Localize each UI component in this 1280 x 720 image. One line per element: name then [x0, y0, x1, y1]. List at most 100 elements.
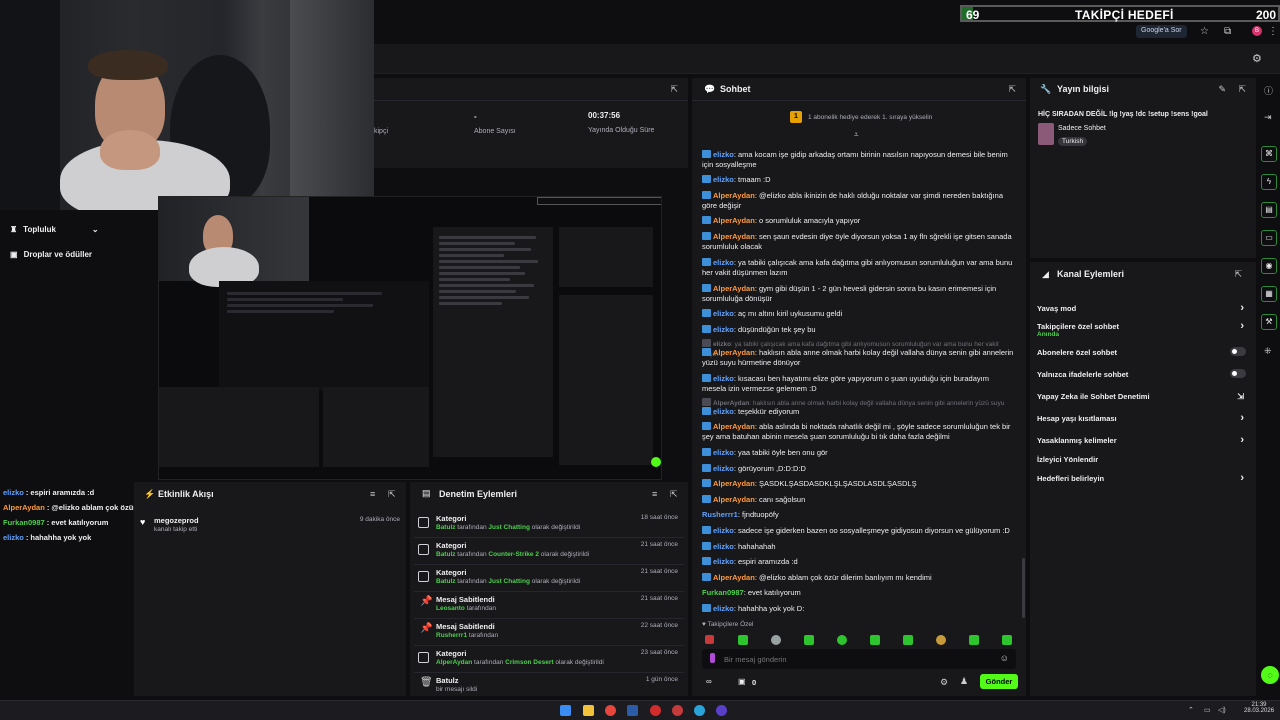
menu-dots-icon[interactable]: ⋮: [1268, 26, 1278, 37]
popout-icon[interactable]: ⇱: [1234, 269, 1242, 280]
profile-avatar[interactable]: B: [1252, 26, 1262, 36]
action-subs-only[interactable]: Abonelere özel sohbet: [1037, 347, 1248, 357]
app-icon[interactable]: [672, 705, 683, 716]
user-menu-icon[interactable]: ⚙: [1252, 52, 1262, 65]
gift-box-icon[interactable]: ▣: [738, 677, 746, 686]
popout-icon[interactable]: ⇱: [388, 489, 396, 500]
chat-username[interactable]: elizko: [713, 542, 734, 551]
action-raid[interactable]: İzleyici Yönlendir: [1037, 455, 1248, 464]
edit-pencil-icon[interactable]: ✎: [1218, 84, 1226, 95]
popout-icon[interactable]: ⇱: [670, 84, 678, 95]
opera-icon[interactable]: [650, 705, 661, 716]
chat-username[interactable]: elizko: [713, 325, 734, 334]
people-icon[interactable]: ♟: [960, 676, 968, 687]
sidebar-item-drops[interactable]: ▣ Droplar ve ödüller: [10, 250, 92, 259]
info-icon[interactable]: ⓘ: [1264, 84, 1273, 97]
emote-icon[interactable]: [936, 635, 946, 645]
sidebar-item-community[interactable]: ♜ Topluluk ⌄: [10, 225, 99, 234]
start-icon[interactable]: [560, 705, 571, 716]
chat-text: : hahahha yok yok D:: [733, 604, 805, 613]
chat-username[interactable]: AlperAydan: [713, 191, 755, 200]
overlay-chat-user: elizko: [3, 533, 24, 542]
chat-username[interactable]: elizko: [713, 407, 734, 416]
overlay-chat-text: : evet katılıyorum: [46, 518, 109, 527]
filter-icon[interactable]: ≡: [652, 489, 657, 499]
emote-icon[interactable]: [837, 635, 847, 645]
star-icon[interactable]: ☆: [1200, 26, 1209, 37]
chat-username[interactable]: elizko: [713, 175, 734, 184]
rail-info-button[interactable]: ▦: [1261, 286, 1277, 302]
chat-username[interactable]: elizko: [713, 448, 734, 457]
expand-icon[interactable]: ⩡: [854, 130, 859, 140]
action-account-age[interactable]: Hesap yaşı kısıtlaması ›: [1037, 412, 1248, 424]
chat-username[interactable]: elizko: [713, 258, 734, 267]
chat-text: : yaa tabiki öyle ben onu gör: [733, 448, 828, 457]
action-goals[interactable]: Hedefleri belirleyin ›: [1037, 472, 1248, 484]
chat-username[interactable]: AlperAydan: [713, 232, 755, 241]
obs-icon[interactable]: [716, 705, 727, 716]
chat-scrollbar[interactable]: [1022, 558, 1025, 618]
chat-username[interactable]: AlperAydan: [713, 284, 755, 293]
chat-username[interactable]: AlperAydan: [713, 573, 755, 582]
chat-username[interactable]: Furkan0987: [702, 588, 744, 597]
emote-icon[interactable]: [771, 635, 781, 645]
extensions-icon[interactable]: ⧉: [1224, 26, 1231, 37]
chat-username[interactable]: AlperAydan: [713, 495, 755, 504]
mod-actor: AlperAydan: [436, 659, 473, 666]
chat-username[interactable]: elizko: [713, 464, 734, 473]
emote-icon[interactable]: [738, 635, 748, 645]
action-banned-words[interactable]: Yasaklanmış kelimeler ›: [1037, 434, 1248, 446]
category-name[interactable]: Sadece Sohbet: [1058, 125, 1106, 132]
chat-username[interactable]: elizko: [713, 604, 734, 613]
help-button[interactable]: ◌: [1261, 666, 1279, 684]
subs-only-toggle[interactable]: [1230, 347, 1246, 356]
rail-stats-button[interactable]: ⌘: [1261, 146, 1277, 162]
popout-icon[interactable]: ⇱: [1008, 84, 1016, 95]
chat-username[interactable]: elizko: [713, 374, 734, 383]
action-slow-mode[interactable]: Yavaş mod ›: [1037, 302, 1248, 314]
settings-gear-icon[interactable]: ⚙: [940, 677, 948, 688]
emote-icon[interactable]: [903, 635, 913, 645]
clock[interactable]: 21:39 28.03.2026: [1244, 702, 1274, 714]
emote-icon[interactable]: [870, 635, 880, 645]
emote-icon[interactable]: [969, 635, 979, 645]
send-button[interactable]: Gönder: [980, 674, 1018, 689]
google-ask-chip[interactable]: Google'a Sor: [1136, 25, 1187, 38]
emote-icon[interactable]: [1002, 635, 1012, 645]
chat-username[interactable]: AlperAydan: [713, 479, 755, 488]
action-followers-only[interactable]: Takipçilere özel sohbet Anında ›: [1037, 320, 1248, 338]
chat-username[interactable]: AlperAydan: [713, 348, 755, 357]
chat-input[interactable]: [724, 652, 994, 666]
rail-mod-button[interactable]: ▤: [1261, 202, 1277, 218]
rail-activity-button[interactable]: ϟ: [1261, 174, 1277, 190]
popout-icon[interactable]: ⇱: [1238, 84, 1246, 95]
rail-broadcast-button[interactable]: ◉: [1261, 258, 1277, 274]
chat-username[interactable]: elizko: [713, 557, 734, 566]
more-icon[interactable]: ⁜: [1264, 346, 1272, 357]
steam-icon[interactable]: [627, 705, 638, 716]
emote-icon[interactable]: [705, 635, 714, 644]
volume-icon[interactable]: ◁): [1218, 706, 1226, 714]
action-ai-moderation[interactable]: Yapay Zeka ile Sohbet Denetimi ⇲: [1037, 392, 1248, 401]
popout-icon[interactable]: ⇱: [670, 489, 678, 500]
filter-icon[interactable]: ≡: [370, 489, 375, 499]
chat-username[interactable]: elizko: [713, 309, 734, 318]
chrome-icon[interactable]: [605, 705, 616, 716]
tray-chevron-icon[interactable]: ⌃: [1188, 706, 1194, 714]
chat-username[interactable]: elizko: [713, 526, 734, 535]
collapse-icon[interactable]: ⇥: [1264, 112, 1272, 123]
file-explorer-icon[interactable]: [583, 705, 594, 716]
rail-chat-button[interactable]: ▭: [1261, 230, 1277, 246]
emote-icon[interactable]: [804, 635, 814, 645]
rail-tools-button[interactable]: ⚒: [1261, 314, 1277, 330]
chat-username[interactable]: AlperAydan: [713, 216, 755, 225]
emote-only-toggle[interactable]: [1230, 369, 1246, 378]
chat-username[interactable]: elizko: [713, 150, 734, 159]
edge-icon[interactable]: [694, 705, 705, 716]
network-icon[interactable]: ▭: [1204, 706, 1211, 714]
action-emote-only[interactable]: Yalnızca ifadelerle sohbet: [1037, 369, 1248, 379]
chat-username[interactable]: AlperAydan: [713, 422, 755, 431]
channel-points-icon[interactable]: ∞: [706, 677, 712, 686]
chat-username[interactable]: Rusherrr1: [702, 510, 738, 519]
emoji-icon[interactable]: ☺: [1000, 653, 1009, 663]
